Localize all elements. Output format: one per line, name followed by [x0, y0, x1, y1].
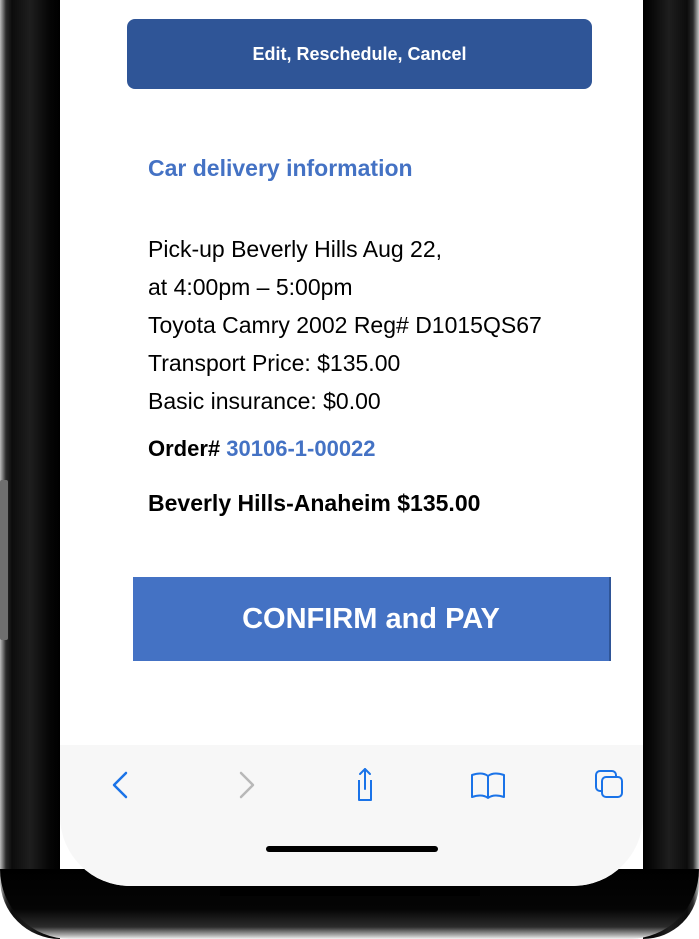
transport-price-line: Transport Price: $135.00 [148, 350, 401, 376]
home-indicator[interactable] [266, 846, 438, 852]
order-number-value[interactable]: 30106-1-00022 [226, 436, 375, 461]
forward-icon[interactable] [225, 765, 265, 805]
order-label: Order# [148, 436, 221, 461]
share-icon[interactable] [345, 765, 385, 805]
time-line: at 4:00pm – 5:00pm [148, 274, 353, 300]
confirm-pay-button[interactable]: CONFIRM and PAY [133, 577, 611, 661]
phone-side-button [0, 480, 8, 640]
phone-bottom-bezel [220, 886, 480, 896]
vehicle-line: Toyota Camry 2002 Reg# D1015QS67 [148, 312, 542, 338]
phone-frame-right [643, 0, 699, 939]
delivery-details: Pick-up Beverly Hills Aug 22, at 4:00pm … [148, 230, 628, 420]
insurance-line: Basic insurance: $0.00 [148, 388, 381, 414]
phone-screen: Edit, Reschedule, Cancel Car delivery in… [60, 0, 643, 886]
back-icon[interactable] [102, 765, 142, 805]
delivery-info-title: Car delivery information [148, 155, 413, 181]
edit-reschedule-cancel-button[interactable]: Edit, Reschedule, Cancel [127, 19, 592, 89]
route-summary: Beverly Hills-Anaheim $135.00 [148, 490, 481, 516]
browser-toolbar [60, 745, 643, 886]
bookmarks-icon[interactable] [468, 765, 508, 805]
order-number: Order# 30106-1-00022 [148, 436, 376, 462]
pickup-line: Pick-up Beverly Hills Aug 22, [148, 236, 443, 262]
tabs-icon[interactable] [590, 765, 630, 805]
phone-frame-left [0, 0, 60, 939]
